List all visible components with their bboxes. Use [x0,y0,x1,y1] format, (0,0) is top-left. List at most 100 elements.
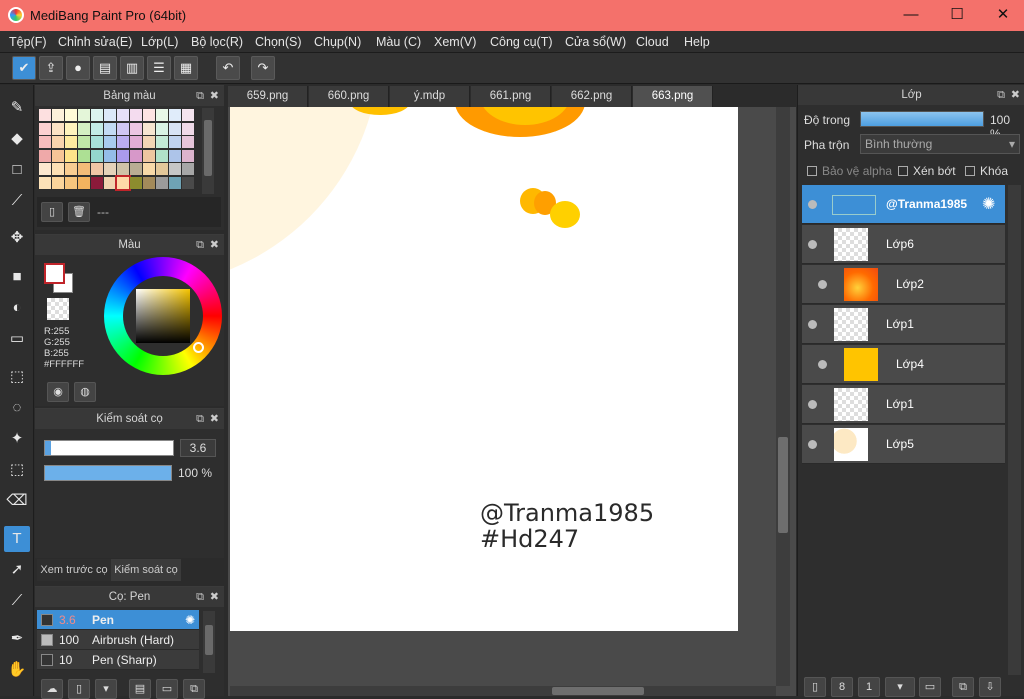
layer-row[interactable]: Lớp1 [802,305,1005,344]
maximize-button[interactable]: ☐ [934,0,980,31]
tab-brush-control[interactable]: Kiểm soát cọ [111,559,181,581]
color-swatch[interactable] [52,176,64,189]
color-swatch[interactable] [104,176,116,189]
color-swatch[interactable] [39,122,51,135]
redo-button[interactable]: ↷ [251,56,275,80]
detach-icon[interactable]: ⧉ [196,587,204,607]
color-swatch[interactable] [78,122,90,135]
color-picker-icon[interactable]: ◉ [47,382,69,402]
tab-661[interactable]: 661.png [471,86,551,107]
menu-color[interactable]: Màu (C) [376,35,421,49]
transparent-color-swatch[interactable] [47,298,69,320]
layer-row[interactable]: @Tranma1985 ✺ [802,185,1005,224]
color-swatch[interactable] [156,176,168,189]
color-swatch[interactable] [117,149,129,162]
hue-handle[interactable] [193,342,204,353]
color-swatch[interactable] [78,176,90,189]
layers-scrollbar[interactable] [1008,185,1021,675]
menu-help[interactable]: Help [684,35,710,49]
dot-tool-icon[interactable]: ⟋ [4,188,30,214]
brush-file-icon[interactable]: ▤ [129,679,151,699]
color-swatch[interactable] [91,176,103,189]
brush-opacity-slider[interactable] [44,465,172,481]
color-swatch[interactable] [143,149,155,162]
add-layer-menu-icon[interactable]: ▾ [885,677,915,697]
canvas-horizontal-scrollbar[interactable] [230,686,776,696]
fill-rect-tool-icon[interactable]: ■ [4,264,30,290]
brush-size-value[interactable]: 3.6 [180,439,216,457]
tab-659[interactable]: 659.png [228,86,308,107]
brush-scrollbar[interactable] [203,611,215,673]
color-swatch[interactable] [39,176,51,189]
color-swatch[interactable] [143,122,155,135]
divide-tool-icon[interactable]: ⟋ [4,588,30,614]
cloud-check-icon[interactable]: ✔ [12,56,36,80]
color-swatch[interactable] [169,149,181,162]
eraser-tool-icon[interactable]: ◆ [4,126,30,152]
add-brush-icon[interactable]: ▾ [95,679,117,699]
select-eraser-tool-icon[interactable]: ⌫ [4,488,30,514]
hue-wheel[interactable] [104,257,222,375]
magic-wand-tool-icon[interactable]: ✦ [4,426,30,452]
color-swatch[interactable] [91,163,103,175]
close-panel-icon[interactable]: ✖ [1011,85,1020,105]
brush-item-airbrush[interactable]: 100 Airbrush (Hard) [37,630,199,650]
menu-select[interactable]: Chọn(S) [255,35,302,49]
tab-brush-preview[interactable]: Xem trước cọ [37,559,111,581]
new-layer-icon[interactable]: ▯ [804,677,826,697]
color-swatch[interactable] [143,136,155,148]
layer-row[interactable]: Lớp6 [802,225,1005,264]
eye-icon[interactable] [818,280,827,289]
comment-icon[interactable]: ● [66,56,90,80]
color-swatch[interactable] [156,149,168,162]
menu-edit[interactable]: Chỉnh sửa(E) [58,35,132,49]
color-swatch[interactable] [52,163,64,175]
clip-checkbox[interactable] [898,166,908,176]
saturation-square[interactable] [136,289,190,343]
detach-icon[interactable]: ⧉ [196,409,204,429]
detach-icon[interactable]: ⧉ [997,85,1005,105]
close-panel-icon[interactable]: ✖ [210,235,219,255]
color-swatch[interactable] [78,136,90,148]
menu-layer[interactable]: Lớp(L) [141,35,178,49]
color-swatch[interactable] [169,136,181,148]
select-pen-tool-icon[interactable]: ⬚ [4,457,30,483]
eyedropper-tool-icon[interactable]: ✒ [4,626,30,652]
color-swatch[interactable] [182,109,194,121]
eye-icon[interactable] [808,200,817,209]
eye-icon[interactable] [808,440,817,449]
color-history-icon[interactable]: ◍ [74,382,96,402]
menu-window[interactable]: Cửa sổ(W) [565,35,626,49]
color-swatch[interactable] [39,109,51,121]
brush-folder-icon[interactable]: ▭ [156,679,178,699]
detach-icon[interactable]: ⧉ [196,235,204,255]
canvas-paper[interactable]: @Tranma1985 #Hd247 [230,107,738,631]
color-swatch[interactable] [104,163,116,175]
grid-edit-icon[interactable]: ▦ [174,56,198,80]
brush-item-pen-sharp[interactable]: 10 Pen (Sharp) [37,650,199,670]
layer-opacity-slider[interactable] [860,111,984,127]
color-swatch[interactable] [130,136,142,148]
tab-662[interactable]: 662.png [552,86,632,107]
color-swatch[interactable] [91,149,103,162]
color-swatch[interactable] [182,163,194,175]
menu-snap[interactable]: Chụp(N) [314,35,361,49]
color-swatch[interactable] [182,122,194,135]
color-swatch[interactable] [182,136,194,148]
foreground-color-swatch[interactable] [44,263,65,284]
color-swatch[interactable] [117,163,129,175]
message-icon[interactable]: ▤ [93,56,117,80]
minimize-button[interactable]: — [888,0,934,31]
color-swatch[interactable] [52,136,64,148]
color-swatch[interactable] [52,149,64,162]
color-swatch[interactable] [117,136,129,148]
color-swatch[interactable] [156,136,168,148]
color-swatch[interactable] [91,122,103,135]
protect-alpha-checkbox[interactable] [807,166,817,176]
rectangle-tool-icon[interactable]: □ [4,157,30,183]
color-swatch[interactable] [156,109,168,121]
close-panel-icon[interactable]: ✖ [210,587,219,607]
color-swatch[interactable] [65,176,77,189]
color-swatch[interactable] [78,109,90,121]
color-swatch[interactable] [143,163,155,175]
